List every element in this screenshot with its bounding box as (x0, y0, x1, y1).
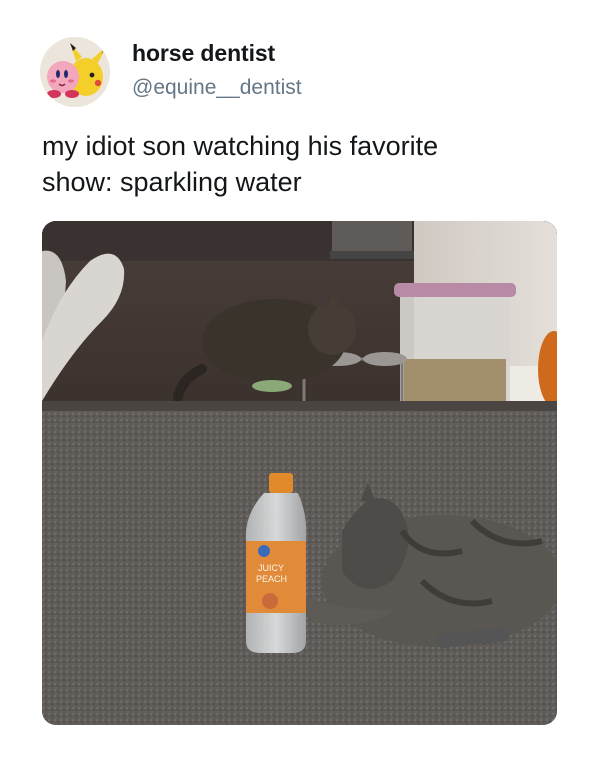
bottle-label-line1: JUICY (258, 563, 284, 573)
author-handle[interactable]: @equine__dentist (132, 76, 302, 100)
tweet-text-line-2: show: sparkling water (42, 167, 302, 197)
tweet-text-line-1: my idiot son watching his favorite (42, 131, 439, 161)
bottle-label-line2: PEACH (256, 574, 287, 584)
cats-and-bottle-photo: JUICY PEACH (42, 221, 557, 725)
kirby-pikachu-avatar-icon (40, 37, 110, 107)
tweet-text: my idiot son watching his favorite show:… (42, 128, 562, 200)
tweet-photo[interactable]: JUICY PEACH (42, 221, 557, 725)
tweet-card: horse dentist @equine__dentist my idiot … (0, 0, 599, 763)
author-display-name[interactable]: horse dentist (132, 40, 275, 67)
profile-avatar[interactable] (40, 37, 110, 107)
